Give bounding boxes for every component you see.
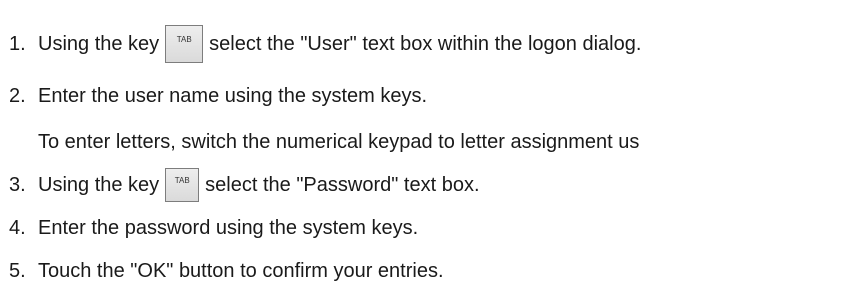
step-text-before: Using the key bbox=[38, 33, 160, 55]
step-text: Touch the "OK" button to confirm your en… bbox=[38, 260, 444, 282]
instruction-list: 1. Using the key TAB select the "User" t… bbox=[0, 0, 852, 297]
step-text: Enter the password using the system keys… bbox=[38, 217, 419, 239]
step-number: 1. bbox=[9, 33, 26, 55]
tab-key-icon: TAB bbox=[165, 168, 200, 202]
step-number: 3. bbox=[9, 174, 26, 196]
step-number: 2. bbox=[9, 85, 26, 107]
step-text-before: Using the key bbox=[38, 174, 160, 196]
note-text: To enter letters, switch the numerical k… bbox=[38, 131, 640, 153]
step-text: Enter the user name using the system key… bbox=[38, 85, 428, 107]
step-text: Using the key TAB select the "Password" … bbox=[38, 168, 480, 202]
step-text: Using the key TAB select the "User" text… bbox=[38, 25, 641, 63]
step-text-after: select the "Password" text box. bbox=[205, 174, 480, 196]
step-number: 5. bbox=[9, 260, 26, 282]
step-number: 4. bbox=[9, 217, 26, 239]
step-text-after: select the "User" text box within the lo… bbox=[209, 33, 642, 55]
tab-key-icon: TAB bbox=[165, 25, 204, 63]
